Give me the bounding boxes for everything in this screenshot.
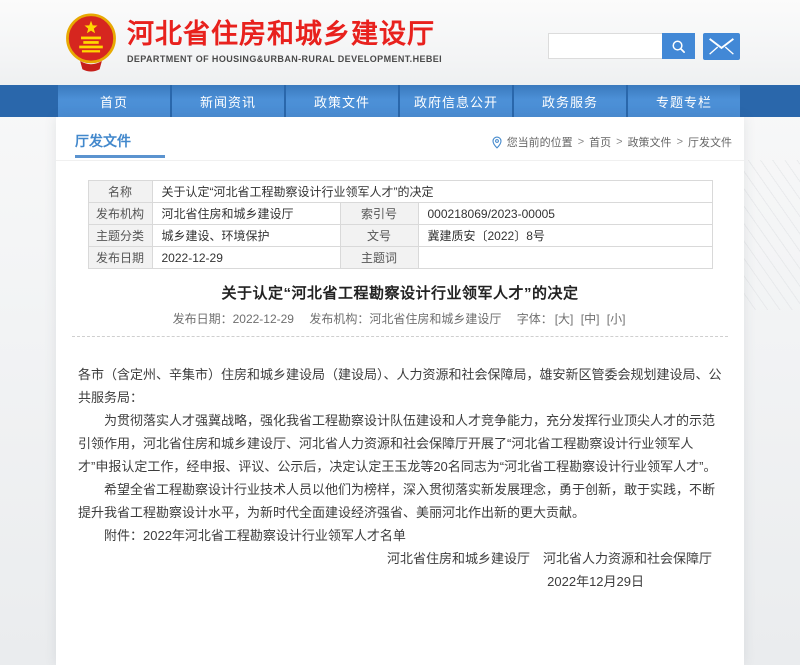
article-info-line: 发布日期：2022-12-29 发布机构：河北省住房和城乡建设厅 字体：[大] …	[56, 310, 744, 327]
meta-label-doc-number: 文号	[340, 225, 418, 247]
meta-value-publisher: 河北省住房和城乡建设厅	[152, 203, 340, 225]
nav-item-news[interactable]: 新闻资讯	[172, 85, 284, 117]
meta-value-keywords	[418, 247, 712, 269]
search-input[interactable]	[548, 33, 662, 59]
meta-value-index-number: 000218069/2023-00005	[418, 203, 712, 225]
location-pin-icon	[492, 136, 502, 149]
breadcrumb: 您当前的位置 > 首页 > 政策文件 > 厅发文件	[492, 134, 732, 150]
meta-value-doc-number: 冀建质安〔2022〕8号	[418, 225, 712, 247]
nav-item-gov-info[interactable]: 政府信息公开	[400, 85, 512, 117]
search-button[interactable]	[662, 33, 695, 59]
tab-department-documents[interactable]: 厅发文件	[75, 131, 131, 151]
font-size-label: 字体：	[517, 312, 553, 326]
breadcrumb-prefix: 您当前的位置	[507, 134, 573, 150]
table-row: 主题分类 城乡建设、环境保护 文号 冀建质安〔2022〕8号	[88, 225, 712, 247]
article-signature: 河北省住房和城乡建设厅 河北省人力资源和社会保障厅	[78, 547, 722, 570]
site-logo[interactable]: 河北省住房和城乡建设厅 DEPARTMENT OF HOUSING&URBAN-…	[62, 11, 442, 73]
article-date: 2022年12月29日	[78, 570, 722, 593]
breadcrumb-current[interactable]: 厅发文件	[688, 134, 732, 150]
font-size-small-button[interactable]: [小]	[607, 312, 626, 326]
mail-icon	[708, 37, 735, 56]
font-size-medium-button[interactable]: [中]	[581, 312, 600, 326]
table-row: 发布日期 2022-12-29 主题词	[88, 247, 712, 269]
font-size-large-button[interactable]: [大]	[555, 312, 574, 326]
publish-date-label: 发布日期：	[173, 312, 233, 326]
publisher-label: 发布机构：	[309, 312, 369, 326]
national-emblem-icon	[62, 11, 120, 73]
meta-label-category: 主题分类	[88, 225, 152, 247]
meta-label-name: 名称	[88, 181, 152, 203]
search-icon	[671, 39, 686, 54]
breadcrumb-home[interactable]: 首页	[589, 134, 611, 150]
search-area	[548, 33, 740, 59]
breadcrumb-separator: >	[677, 136, 683, 148]
article-attachment: 附件：2022年河北省工程勘察设计行业领军人才名单	[78, 524, 722, 547]
meta-value-category: 城乡建设、环境保护	[152, 225, 340, 247]
table-row: 名称 关于认定“河北省工程勘察设计行业领军人才”的决定	[88, 181, 712, 203]
breadcrumb-separator: >	[578, 136, 584, 148]
meta-label-keywords: 主题词	[340, 247, 418, 269]
site-subtitle: DEPARTMENT OF HOUSING&URBAN-RURAL DEVELO…	[127, 54, 442, 64]
card-header: 厅发文件 您当前的位置 > 首页 > 政策文件 > 厅发文件	[56, 117, 744, 161]
mail-button[interactable]	[703, 33, 740, 60]
breadcrumb-separator: >	[616, 136, 622, 148]
publish-date-value: 2022-12-29	[233, 312, 294, 326]
tab-active-underline	[75, 155, 165, 158]
meta-label-index-number: 索引号	[340, 203, 418, 225]
site-header: 河北省住房和城乡建设厅 DEPARTMENT OF HOUSING&URBAN-…	[0, 0, 800, 85]
meta-label-publisher: 发布机构	[88, 203, 152, 225]
breadcrumb-policy[interactable]: 政策文件	[628, 134, 672, 150]
nav-item-home[interactable]: 首页	[58, 85, 170, 117]
publisher-value: 河北省住房和城乡建设厅	[369, 312, 501, 326]
article-title: 关于认定“河北省工程勘察设计行业领军人才”的决定	[56, 282, 744, 303]
article-body: 各市（含定州、辛集市）住房和城乡建设局（建设局）、人力资源和社会保障局，雄安新区…	[56, 337, 744, 593]
document-meta-table: 名称 关于认定“河北省工程勘察设计行业领军人才”的决定 发布机构 河北省住房和城…	[88, 180, 713, 269]
nav-item-special[interactable]: 专题专栏	[628, 85, 740, 117]
article-paragraph: 希望全省工程勘察设计行业技术人员以他们为榜样，深入贯彻落实新发展理念，勇于创新，…	[78, 478, 722, 524]
site-title: 河北省住房和城乡建设厅	[127, 20, 442, 50]
meta-value-publish-date: 2022-12-29	[152, 247, 340, 269]
article-salutation: 各市（含定州、辛集市）住房和城乡建设局（建设局）、人力资源和社会保障局，雄安新区…	[78, 363, 722, 409]
meta-label-publish-date: 发布日期	[88, 247, 152, 269]
article-paragraph: 为贯彻落实人才强冀战略，强化我省工程勘察设计队伍建设和人才竞争能力，充分发挥行业…	[78, 409, 722, 478]
table-row: 发布机构 河北省住房和城乡建设厅 索引号 000218069/2023-0000…	[88, 203, 712, 225]
background-decoration	[744, 160, 800, 310]
content-card: 厅发文件 您当前的位置 > 首页 > 政策文件 > 厅发文件 名称 关于认定“河…	[56, 117, 744, 665]
nav-item-services[interactable]: 政务服务	[514, 85, 626, 117]
meta-value-name: 关于认定“河北省工程勘察设计行业领军人才”的决定	[152, 181, 712, 203]
nav-item-policy[interactable]: 政策文件	[286, 85, 398, 117]
main-nav: 首页 新闻资讯 政策文件 政府信息公开 政务服务 专题专栏	[0, 85, 800, 117]
